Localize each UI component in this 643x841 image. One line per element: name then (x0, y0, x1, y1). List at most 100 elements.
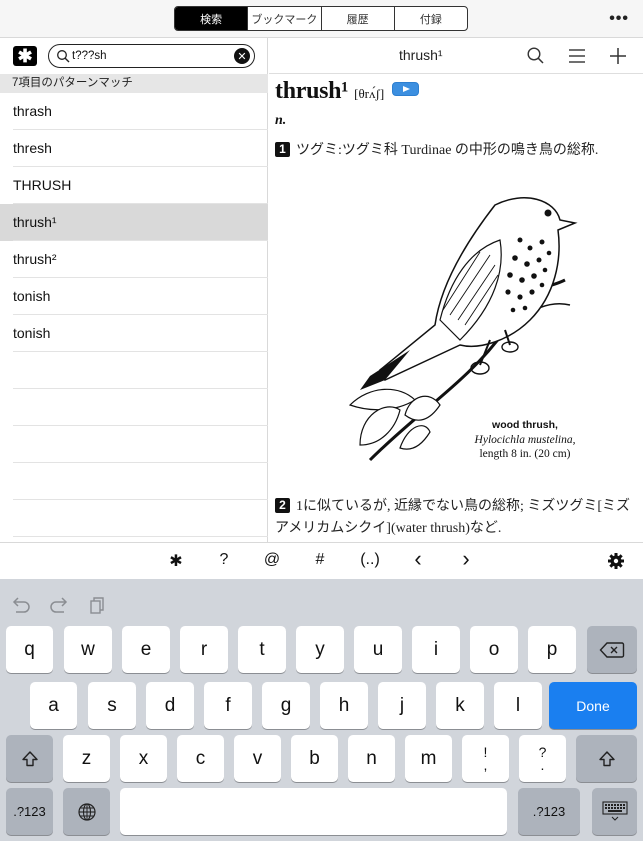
key-p[interactable]: p (528, 626, 576, 673)
key-t[interactable]: t (238, 626, 286, 673)
sense-number: 2 (275, 498, 290, 513)
headword-line: thrush¹ [θrʌ́ʃ] (275, 78, 635, 105)
key-i[interactable]: i (412, 626, 460, 673)
tab-appendix[interactable]: 付録 (393, 7, 467, 30)
key-h[interactable]: h (320, 682, 368, 729)
search-input[interactable] (72, 47, 232, 65)
tab-search[interactable]: 検索 (175, 7, 248, 30)
dismiss-keyboard-key[interactable] (592, 788, 637, 835)
tab-history[interactable]: 履歴 (320, 7, 394, 30)
result-item[interactable]: thresh (0, 130, 268, 167)
menu-icon[interactable] (566, 45, 588, 67)
key-a[interactable]: a (30, 682, 77, 729)
top-bar: 検索 ブックマーク 履歴 付録 ••• (0, 0, 643, 38)
pronunciation: [θrʌ́ʃ] (354, 86, 385, 101)
shift-key-left[interactable] (6, 735, 53, 782)
search-pane: ✱ ✕ 7項目のパターンマッチ thrash thresh THRUSH thr… (0, 38, 268, 542)
key-k[interactable]: k (436, 682, 484, 729)
key-w[interactable]: w (64, 626, 112, 673)
key-d[interactable]: d (146, 682, 194, 729)
key-bottom-char: . (540, 756, 545, 773)
result-item[interactable]: tonish (0, 278, 268, 315)
paren-key[interactable]: (..) (356, 551, 384, 569)
done-key[interactable]: Done (549, 682, 637, 729)
undo-icon[interactable] (10, 595, 32, 615)
cursor-right-key[interactable]: › (454, 546, 478, 572)
result-item-selected[interactable]: thrush¹ (0, 204, 268, 241)
key-e[interactable]: e (122, 626, 170, 673)
empty-row (0, 352, 268, 389)
empty-row (0, 426, 268, 463)
entry-body: thrush¹ [θrʌ́ʃ] n. 1 ツグミ:ツグミ科 Turdinae の中… (275, 78, 635, 540)
play-audio-button[interactable] (392, 82, 420, 96)
hash-key[interactable]: # (308, 551, 332, 569)
results-list: thrash thresh THRUSH thrush¹ thrush² ton… (0, 93, 268, 537)
tab-bookmarks[interactable]: ブックマーク (247, 7, 320, 30)
entry-header: thrush¹ (269, 38, 643, 74)
key-c[interactable]: c (177, 735, 224, 782)
globe-key[interactable] (63, 788, 110, 835)
add-bookmark-icon[interactable] (607, 45, 629, 67)
keyboard: q w e r t y u i o p a s d f g h j k l Do… (0, 579, 643, 841)
shift-icon (598, 750, 615, 766)
search-icon[interactable] (525, 45, 547, 67)
key-n[interactable]: n (348, 735, 395, 782)
search-box: ✕ (48, 44, 255, 68)
key-j[interactable]: j (378, 682, 426, 729)
key-y[interactable]: y (296, 626, 344, 673)
key-question-period[interactable]: ? . (519, 735, 566, 782)
shift-key-right[interactable] (576, 735, 637, 782)
wildcard-accessory-bar: ✱ ? @ # (..) ‹ › (0, 542, 643, 579)
numbers-key-left[interactable]: .?123 (6, 788, 53, 835)
empty-row (0, 463, 268, 500)
caption-species: Hylocichla mustelina, (474, 433, 576, 446)
key-b[interactable]: b (291, 735, 338, 782)
key-u[interactable]: u (354, 626, 402, 673)
key-s[interactable]: s (88, 682, 136, 729)
numbers-key-right[interactable]: .?123 (518, 788, 580, 835)
segmented-control: 検索 ブックマーク 履歴 付録 (174, 6, 468, 31)
key-g[interactable]: g (262, 682, 310, 729)
gear-icon[interactable] (607, 552, 625, 570)
redo-icon[interactable] (48, 595, 70, 615)
question-key[interactable]: ? (212, 551, 236, 569)
sense-1: 1 ツグミ:ツグミ科 Turdinae の中形の鳴き鳥の総称. (275, 140, 635, 162)
backspace-key[interactable] (587, 626, 637, 673)
key-l[interactable]: l (494, 682, 542, 729)
entry-title: thrush¹ (399, 47, 443, 63)
caption-common-name: wood thrush, (492, 419, 558, 431)
key-o[interactable]: o (470, 626, 518, 673)
wildcard-button[interactable]: ✱ (13, 46, 37, 66)
clear-search-button[interactable]: ✕ (234, 48, 250, 64)
globe-icon (77, 802, 96, 821)
sense-number: 1 (275, 142, 290, 157)
result-item[interactable]: THRUSH (0, 167, 268, 204)
cursor-left-key[interactable]: ‹ (406, 546, 430, 572)
more-menu-icon[interactable]: ••• (609, 10, 629, 28)
key-z[interactable]: z (63, 735, 110, 782)
shift-icon (21, 750, 38, 766)
backspace-icon (599, 641, 625, 658)
key-x[interactable]: x (120, 735, 167, 782)
key-v[interactable]: v (234, 735, 281, 782)
search-row: ✱ ✕ (0, 38, 268, 74)
key-exclaim-comma[interactable]: ! , (462, 735, 509, 782)
entry-pane: thrush¹ thrush¹ [θrʌ́ʃ] n. 1 ツグミ:ツグミ科 Tu… (269, 38, 643, 542)
result-item[interactable]: thrush² (0, 241, 268, 278)
headword: thrush¹ (275, 78, 349, 104)
result-item[interactable]: thrash (0, 93, 268, 130)
key-f[interactable]: f (204, 682, 252, 729)
dictionary-app: 検索 ブックマーク 履歴 付録 ••• ✱ ✕ 7項目のパターンマッチ thra… (0, 0, 643, 841)
asterisk-key[interactable]: ✱ (164, 551, 188, 571)
paste-icon[interactable] (86, 595, 108, 615)
key-q[interactable]: q (6, 626, 53, 673)
empty-row (0, 500, 268, 537)
result-item[interactable]: tonish (0, 315, 268, 352)
sense-text: ツグミ:ツグミ科 Turdinae の中形の鳴き鳥の総称. (296, 143, 599, 158)
key-m[interactable]: m (405, 735, 452, 782)
key-bottom-char: , (483, 756, 488, 773)
keyboard-shortcut-bar (10, 595, 108, 615)
key-r[interactable]: r (180, 626, 228, 673)
at-key[interactable]: @ (260, 551, 284, 569)
space-bar[interactable] (120, 788, 507, 835)
